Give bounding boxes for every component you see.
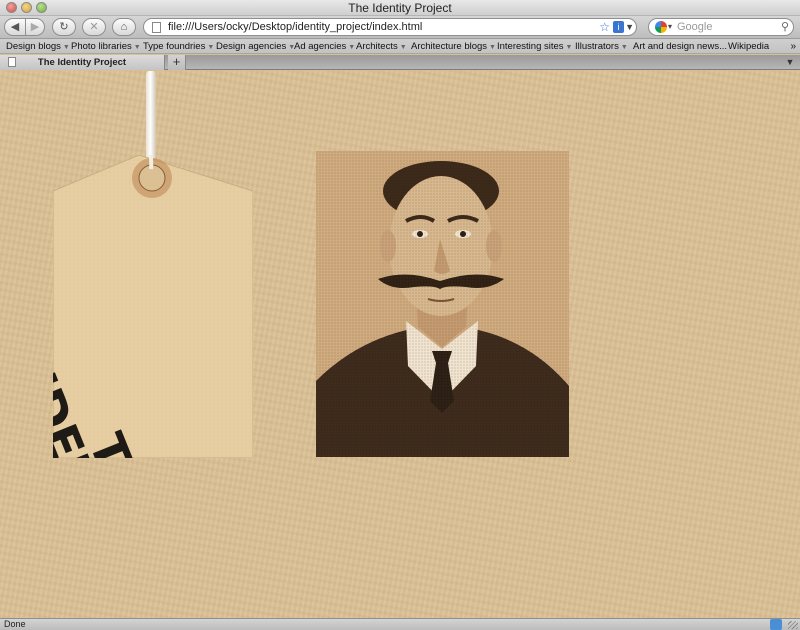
bookmark-art-and-design-news[interactable]: Art and design news...	[633, 39, 727, 53]
search-icon[interactable]: ⚲	[781, 19, 789, 35]
reload-icon: ↻	[59, 21, 69, 33]
tab-label: The Identity Project	[37, 57, 127, 68]
bookmark-type-foundries[interactable]: Type foundries ▼	[143, 39, 215, 53]
bookmark-photo-libraries[interactable]: Photo libraries ▼	[71, 39, 141, 53]
addon-status-icon[interactable]	[770, 619, 782, 630]
resize-grip-icon[interactable]	[788, 621, 798, 629]
search-engine-dropdown-icon[interactable]: ▾	[668, 19, 672, 35]
tab-list-icon[interactable]: ▼	[784, 57, 796, 68]
bookmark-interesting-sites[interactable]: Interesting sites ▼	[497, 39, 573, 53]
address-url: file:///Users/ocky/Desktop/identity_proj…	[168, 21, 423, 33]
window-title: The Identity Project	[348, 1, 452, 15]
search-placeholder: Google	[677, 21, 713, 33]
close-window-button[interactable]	[6, 2, 17, 13]
feed-icon[interactable]: i	[613, 21, 624, 33]
chevron-down-icon: ▼	[348, 44, 356, 51]
search-bar[interactable]: ▾ Google ⚲	[648, 18, 794, 36]
chevron-down-icon: ▼	[565, 44, 573, 51]
bookmarks-overflow-button[interactable]: »	[790, 39, 796, 53]
chevron-down-icon: ▼	[133, 44, 141, 51]
forward-arrow-icon: ▶	[30, 21, 40, 33]
back-button[interactable]: ◀	[4, 18, 26, 36]
bookmark-design-blogs[interactable]: Design blogs ▼	[6, 39, 70, 53]
google-search-engine-icon[interactable]	[655, 21, 667, 33]
bookmark-architecture-blogs[interactable]: Architecture blogs ▼	[411, 39, 496, 53]
chevron-down-icon: ▼	[207, 44, 215, 51]
bookmarks-bar: Design blogs ▼ Photo libraries ▼ Type foun…	[0, 39, 800, 54]
stop-icon: ✕	[89, 21, 99, 33]
tab-the-identity-project[interactable]: The Identity Project	[0, 55, 165, 70]
chevron-down-icon: ▼	[62, 44, 70, 51]
minimize-window-button[interactable]	[21, 2, 32, 13]
window-titlebar: The Identity Project	[0, 0, 800, 16]
identity-tag[interactable]: The Identity Project	[53, 155, 253, 458]
home-button[interactable]: ⌂	[112, 18, 136, 36]
tag-title: The Identity Project	[53, 273, 183, 458]
tag-text-area: The Identity Project	[53, 155, 253, 458]
tab-bar: The Identity Project + ▼	[0, 55, 800, 70]
bookmark-illustrators[interactable]: Illustrators ▼	[575, 39, 628, 53]
chevron-down-icon: ▼	[489, 44, 496, 51]
status-bar: Done	[0, 618, 800, 630]
portrait-illustration	[316, 151, 569, 457]
navigation-toolbar: ◀ ▶ ↻ ✕ ⌂ file:///Users/ocky/Desktop/ide…	[0, 16, 800, 39]
tag-title-line-1: The	[77, 426, 183, 458]
page-content: The Identity Project	[0, 71, 800, 618]
url-history-dropdown-icon[interactable]: ▼	[625, 19, 634, 35]
chevron-down-icon: ▼	[620, 44, 628, 51]
portrait-photo[interactable]	[316, 151, 569, 457]
zoom-window-button[interactable]	[36, 2, 47, 13]
bookmark-design-agencies[interactable]: Design agencies ▼	[216, 39, 295, 53]
bookmark-architects[interactable]: Architects ▼	[356, 39, 407, 53]
reload-button[interactable]: ↻	[52, 18, 76, 36]
new-tab-button[interactable]: +	[168, 55, 186, 70]
address-bar[interactable]: file:///Users/ocky/Desktop/identity_proj…	[143, 18, 637, 36]
back-arrow-icon: ◀	[10, 21, 20, 33]
home-icon: ⌂	[120, 21, 128, 33]
chevron-down-icon: ▼	[399, 44, 407, 51]
page-icon	[8, 57, 16, 67]
bookmark-wikipedia[interactable]: Wikipedia	[728, 39, 769, 53]
bookmark-ad-agencies[interactable]: Ad agencies ▼	[294, 39, 356, 53]
bookmark-star-icon[interactable]: ☆	[599, 19, 610, 35]
page-icon	[152, 22, 161, 33]
window-controls	[6, 2, 47, 13]
stop-button[interactable]: ✕	[82, 18, 106, 36]
status-text: Done	[4, 619, 26, 629]
forward-button[interactable]: ▶	[25, 18, 45, 36]
tag-string	[146, 71, 156, 159]
